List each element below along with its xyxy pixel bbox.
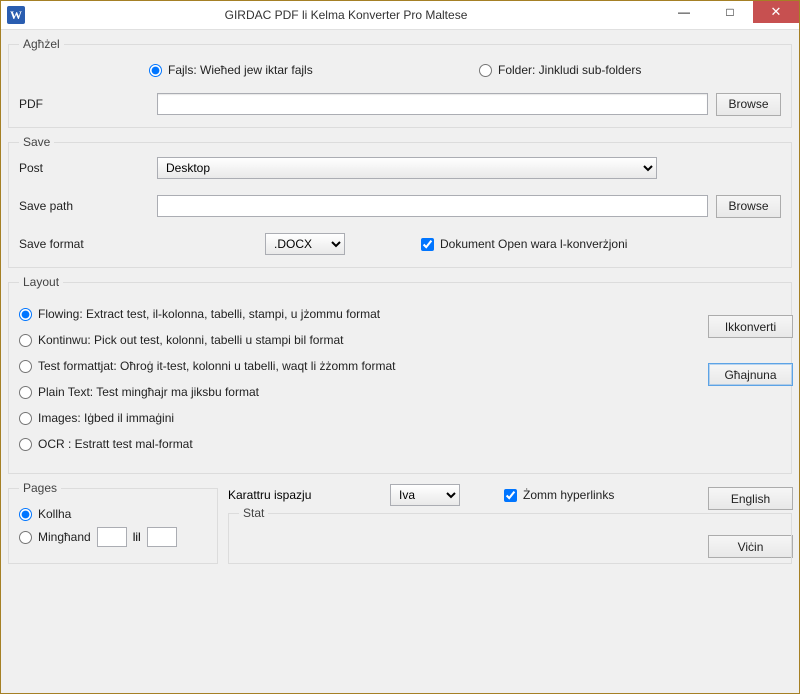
pages-group: Pages Kollha Mingħand lil <box>8 481 218 564</box>
radio-range-pages[interactable]: Mingħand <box>19 530 91 544</box>
app-icon: W <box>7 6 25 24</box>
pages-legend: Pages <box>19 481 61 495</box>
radio-files-label: Fajls: Wieħed jew iktar fajls <box>168 63 313 77</box>
minimize-button[interactable]: — <box>661 1 707 23</box>
open-after-check[interactable]: Dokument Open wara l-konverżjoni <box>421 237 627 251</box>
radio-flowing-label: Flowing: Extract test, il-kolonna, tabel… <box>38 307 380 321</box>
savepath-label: Save path <box>19 199 149 213</box>
radio-images-label: Images: Iġbed il immaġini <box>38 411 174 425</box>
savepath-browse-button[interactable]: Browse <box>716 195 781 218</box>
pdf-input[interactable] <box>157 93 708 115</box>
keep-links-check[interactable]: Żomm hyperlinks <box>504 488 614 502</box>
radio-images[interactable]: Images: Iġbed il immaġini <box>19 411 691 425</box>
radio-range-input[interactable] <box>19 531 32 544</box>
app-window: W GIRDAC PDF li Kelma Konverter Pro Malt… <box>0 0 800 694</box>
window-title: GIRDAC PDF li Kelma Konverter Pro Maltes… <box>31 8 661 22</box>
layout-legend: Layout <box>19 275 63 289</box>
radio-images-input[interactable] <box>19 412 32 425</box>
layout-group: Layout Flowing: Extract test, il-kolonna… <box>8 275 792 474</box>
pdf-browse-button[interactable]: Browse <box>716 93 781 116</box>
keep-links-label: Żomm hyperlinks <box>523 488 614 502</box>
select-group: Agħżel Fajls: Wieħed jew iktar fajls Fol… <box>8 37 792 128</box>
radio-flowing-input[interactable] <box>19 308 32 321</box>
radio-files[interactable]: Fajls: Wieħed jew iktar fajls <box>149 63 419 77</box>
savepath-input[interactable] <box>157 195 708 217</box>
page-to-input[interactable] <box>147 527 177 547</box>
page-to-label: lil <box>133 530 141 544</box>
keep-links-input[interactable] <box>504 489 517 502</box>
radio-ocr-input[interactable] <box>19 438 32 451</box>
client-area: Agħżel Fajls: Wieħed jew iktar fajls Fol… <box>1 30 799 693</box>
radio-from-label: Mingħand <box>38 530 91 544</box>
close-window-button[interactable]: ✕ <box>753 1 799 23</box>
radio-folder-input[interactable] <box>479 64 492 77</box>
english-button[interactable]: English <box>708 487 793 510</box>
radio-kontinwu-input[interactable] <box>19 334 32 347</box>
radio-all-input[interactable] <box>19 508 32 521</box>
bottom-area: Pages Kollha Mingħand lil <box>8 481 792 564</box>
radio-ocr[interactable]: OCR : Estratt test mal-format <box>19 437 691 451</box>
charspace-select[interactable]: Iva <box>390 484 460 506</box>
radio-ocr-label: OCR : Estratt test mal-format <box>38 437 193 451</box>
title-bar: W GIRDAC PDF li Kelma Konverter Pro Malt… <box>1 1 799 30</box>
format-select[interactable]: .DOCX <box>265 233 345 255</box>
save-legend: Save <box>19 135 54 149</box>
post-label: Post <box>19 161 149 175</box>
open-after-input[interactable] <box>421 238 434 251</box>
maximize-button[interactable]: □ <box>707 1 753 23</box>
open-after-label: Dokument Open wara l-konverżjoni <box>440 237 627 251</box>
radio-plain[interactable]: Plain Text: Test mingħajr ma jiksbu form… <box>19 385 691 399</box>
radio-plain-label: Plain Text: Test mingħajr ma jiksbu form… <box>38 385 259 399</box>
radio-plain-input[interactable] <box>19 386 32 399</box>
post-select[interactable]: Desktop <box>157 157 657 179</box>
convert-button[interactable]: Ikkonverti <box>708 315 793 338</box>
radio-formatted-label: Test formattjat: Oħroġ it-test, kolonni … <box>38 359 395 373</box>
status-legend: Stat <box>239 506 268 520</box>
radio-all-label: Kollha <box>38 507 71 521</box>
radio-files-input[interactable] <box>149 64 162 77</box>
radio-formatted[interactable]: Test formattjat: Oħroġ it-test, kolonni … <box>19 359 691 373</box>
radio-kontinwu[interactable]: Kontinwu: Pick out test, kolonni, tabell… <box>19 333 691 347</box>
save-group: Save Post Desktop Save path Browse Save … <box>8 135 792 268</box>
status-box: Stat <box>228 513 792 564</box>
help-button[interactable]: Għajnuna <box>708 363 793 386</box>
pdf-label: PDF <box>19 97 149 111</box>
page-from-input[interactable] <box>97 527 127 547</box>
radio-formatted-input[interactable] <box>19 360 32 373</box>
select-legend: Agħżel <box>19 37 64 51</box>
radio-flowing[interactable]: Flowing: Extract test, il-kolonna, tabel… <box>19 307 691 321</box>
radio-folder[interactable]: Folder: Jinkludi sub-folders <box>479 63 641 77</box>
radio-kontinwu-label: Kontinwu: Pick out test, kolonni, tabell… <box>38 333 343 347</box>
charspace-label: Karattru ispazju <box>228 488 378 502</box>
format-label: Save format <box>19 237 149 251</box>
window-controls: — □ ✕ <box>661 1 799 29</box>
radio-folder-label: Folder: Jinkludi sub-folders <box>498 63 641 77</box>
radio-all-pages[interactable]: Kollha <box>19 507 71 521</box>
